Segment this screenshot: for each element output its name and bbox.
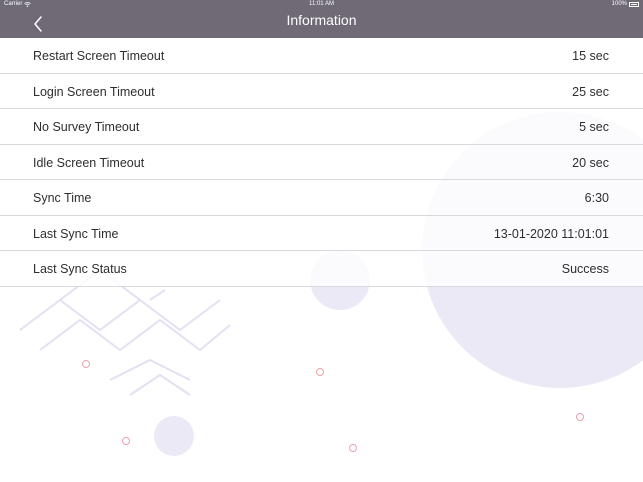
navigation-bar: Information (0, 10, 643, 38)
row-value: 20 sec (572, 155, 609, 170)
row-value: 13-01-2020 11:01:01 (493, 226, 609, 241)
info-row-idle-screen-timeout: Idle Screen Timeout 20 sec (0, 144, 643, 180)
row-label: Restart Screen Timeout (33, 49, 165, 63)
status-bar: Carrier 11:01 AM 100% (0, 0, 643, 10)
info-list: Restart Screen Timeout 15 sec Login Scre… (0, 38, 643, 287)
decor-line-pattern (19, 268, 231, 396)
row-label: No Survey Timeout (33, 120, 140, 134)
decor-small-circle (154, 416, 194, 456)
row-value: 6:30 (584, 191, 609, 205)
row-value: 5 sec (579, 120, 609, 134)
battery-indicator: 100% (612, 1, 639, 7)
info-row-no-survey-timeout: No Survey Timeout 5 sec (0, 109, 643, 145)
info-row-last-sync-time: Last Sync Time 13-01-2020 11:01:01 (0, 215, 643, 251)
info-row-last-sync-status: Last Sync Status Success (0, 251, 643, 287)
row-value: 15 sec (572, 49, 609, 63)
info-row-restart-screen-timeout: Restart Screen Timeout 15 sec (0, 38, 643, 74)
row-value: 25 sec (572, 84, 609, 99)
row-label: Idle Screen Timeout (33, 155, 145, 170)
info-row-sync-time: Sync Time 6:30 (0, 180, 643, 216)
page-title: Information (286, 12, 357, 28)
row-label: Last Sync Time (33, 226, 119, 241)
info-row-login-screen-timeout: Login Screen Timeout 25 sec (0, 73, 643, 109)
row-label: Last Sync Status (33, 262, 127, 276)
battery-icon (629, 1, 639, 7)
battery-percent: 100% (611, 1, 627, 7)
row-label: Login Screen Timeout (33, 84, 155, 99)
row-label: Sync Time (33, 191, 92, 205)
row-value: Success (561, 262, 609, 276)
status-time: 11:01 AM (309, 1, 334, 7)
